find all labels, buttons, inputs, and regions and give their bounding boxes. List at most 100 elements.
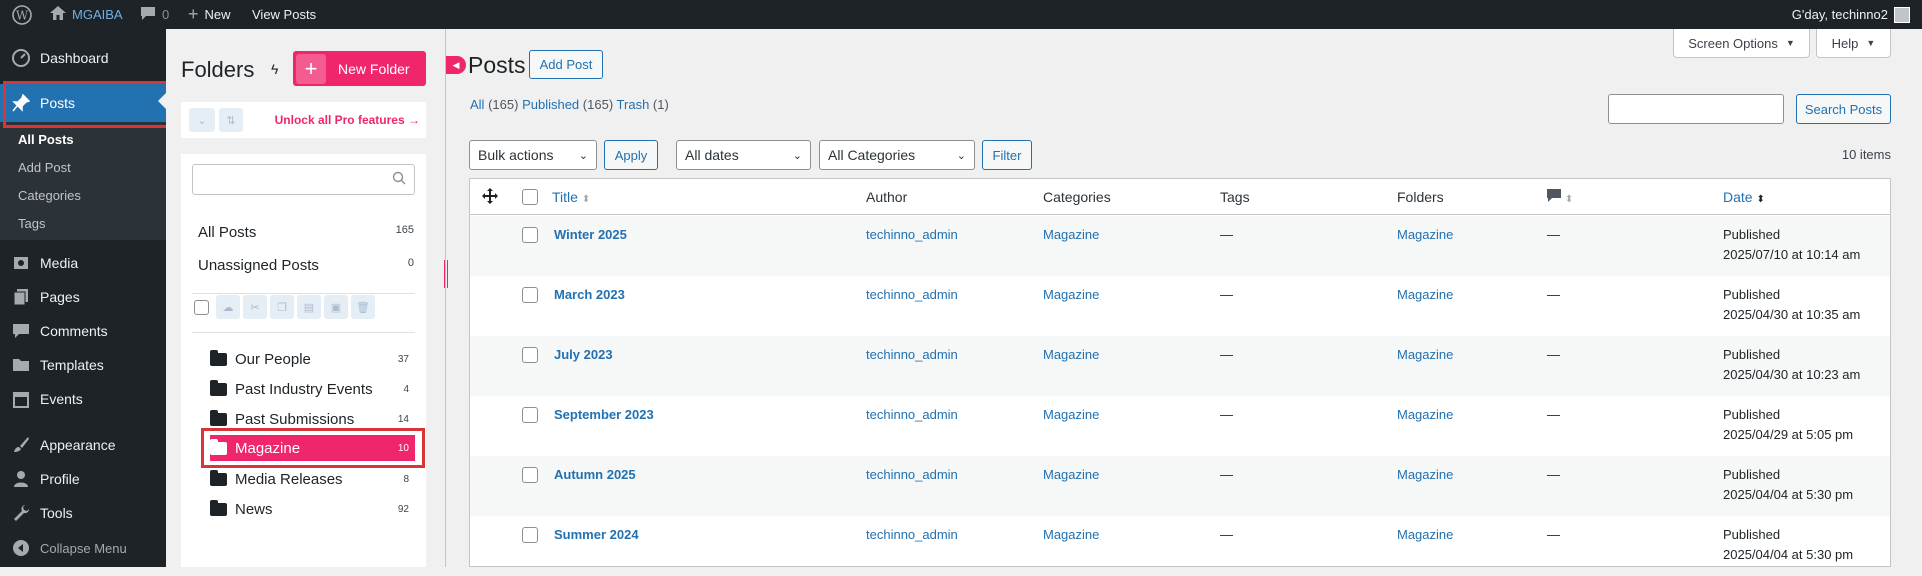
select-all-checkbox[interactable] xyxy=(522,189,538,205)
new-folder-button[interactable]: + New Folder xyxy=(293,51,426,86)
categories-filter-select[interactable]: All Categories ⌄ xyxy=(819,140,975,170)
trash-icon[interactable]: 🗑 xyxy=(351,295,375,319)
site-name: MGAIBA xyxy=(72,7,123,22)
cloud-icon[interactable]: ☁ xyxy=(216,295,240,319)
unlock-pro-link[interactable]: Unlock all Pro features → xyxy=(275,113,420,127)
category-link[interactable]: Magazine xyxy=(1043,287,1099,302)
add-post-button[interactable]: Add Post xyxy=(529,50,603,79)
author-link[interactable]: techinno_admin xyxy=(866,467,958,482)
row-checkbox[interactable] xyxy=(522,467,538,483)
menu-item-events[interactable]: Events xyxy=(0,382,166,416)
post-title-link[interactable]: Autumn 2025 xyxy=(554,467,636,482)
column-comments[interactable]: ⬍ xyxy=(1547,189,1573,205)
select-all-folders-checkbox[interactable] xyxy=(194,300,209,315)
view-published-link[interactable]: Published (165) xyxy=(522,97,613,112)
bulk-actions-select[interactable]: Bulk actions ⌄ xyxy=(469,140,597,170)
wordpress-logo-icon[interactable]: W xyxy=(12,0,32,29)
apply-button[interactable]: Apply xyxy=(604,140,658,170)
copy-icon[interactable]: ❐ xyxy=(270,295,294,319)
row-checkbox[interactable] xyxy=(522,527,538,543)
folder-count: 92 xyxy=(397,503,409,515)
post-title-link[interactable]: March 2023 xyxy=(554,287,625,302)
menu-item-media[interactable]: Media xyxy=(0,246,166,280)
category-link[interactable]: Magazine xyxy=(1043,467,1099,482)
table-row: Winter 2025 techinno_admin Magazine — Ma… xyxy=(470,216,1890,276)
view-all-link[interactable]: All (165) xyxy=(470,97,518,112)
column-title[interactable]: Title ⬍ xyxy=(552,189,590,205)
view-trash-link[interactable]: Trash (1) xyxy=(617,97,669,112)
column-categories: Categories xyxy=(1043,189,1111,205)
folder-icon xyxy=(210,469,227,486)
menu-item-appearance[interactable]: Appearance xyxy=(0,428,166,462)
author-link[interactable]: techinno_admin xyxy=(866,287,958,302)
column-date[interactable]: Date ⬍ xyxy=(1723,189,1765,205)
view-published-label: Published xyxy=(522,97,580,112)
folder-link[interactable]: Magazine xyxy=(1397,287,1453,302)
row-checkbox[interactable] xyxy=(522,347,538,363)
filter-button[interactable]: Filter xyxy=(982,140,1032,170)
menu-item-templates[interactable]: Templates xyxy=(0,348,166,382)
comments-link[interactable]: 0 xyxy=(140,0,169,29)
menu-item-dashboard[interactable]: Dashboard xyxy=(0,41,166,75)
help-button[interactable]: Help ▼ xyxy=(1816,29,1891,58)
folder-our-people[interactable]: Our People 37 xyxy=(210,346,415,372)
author-link[interactable]: techinno_admin xyxy=(866,527,958,542)
post-title-link[interactable]: Winter 2025 xyxy=(554,227,627,242)
category-link[interactable]: Magazine xyxy=(1043,527,1099,542)
sort-icon[interactable]: ⇅ xyxy=(219,108,243,132)
resize-handle[interactable] xyxy=(444,260,448,288)
author-link[interactable]: techinno_admin xyxy=(866,347,958,362)
post-title-link[interactable]: July 2023 xyxy=(554,347,613,362)
menu-item-pages[interactable]: Pages xyxy=(0,280,166,314)
menu-item-tools[interactable]: Tools xyxy=(0,496,166,530)
site-name-link[interactable]: MGAIBA xyxy=(50,0,123,29)
submenu-all-posts[interactable]: All Posts xyxy=(18,132,74,147)
column-title-label: Title xyxy=(552,189,578,205)
unassigned-posts-item[interactable]: Unassigned Posts 0 xyxy=(198,257,414,274)
folder-link[interactable]: Magazine xyxy=(1397,467,1453,482)
new-content-link[interactable]: + New xyxy=(188,0,231,29)
all-posts-item[interactable]: All Posts 165 xyxy=(198,224,414,241)
folder-link[interactable]: Magazine xyxy=(1397,347,1453,362)
post-title-link[interactable]: September 2023 xyxy=(554,407,654,422)
menu-item-profile[interactable]: Profile xyxy=(0,462,166,496)
submenu-add-post[interactable]: Add Post xyxy=(18,160,71,175)
folder-past-industry-events[interactable]: Past Industry Events 4 xyxy=(210,376,415,402)
dates-filter-select[interactable]: All dates ⌄ xyxy=(676,140,811,170)
comment-bubble-icon xyxy=(140,6,156,24)
post-title-link[interactable]: Summer 2024 xyxy=(554,527,639,542)
category-link[interactable]: Magazine xyxy=(1043,347,1099,362)
folder-name: Media Releases xyxy=(235,470,343,488)
folder-link[interactable]: Magazine xyxy=(1397,227,1453,242)
folder-news[interactable]: News 92 xyxy=(210,496,415,522)
author-link[interactable]: techinno_admin xyxy=(866,407,958,422)
lock-icon[interactable]: ▣ xyxy=(324,295,348,319)
author-link[interactable]: techinno_admin xyxy=(866,227,958,242)
scissors-icon[interactable]: ✂ xyxy=(243,295,267,319)
post-search-input[interactable] xyxy=(1608,94,1784,124)
folder-link[interactable]: Magazine xyxy=(1397,407,1453,422)
category-link[interactable]: Magazine xyxy=(1043,227,1099,242)
screen-options-button[interactable]: Screen Options ▼ xyxy=(1673,29,1810,58)
row-checkbox[interactable] xyxy=(522,227,538,243)
folder-media-releases[interactable]: Media Releases 8 xyxy=(210,466,415,492)
folder-link[interactable]: Magazine xyxy=(1397,527,1453,542)
row-checkbox[interactable] xyxy=(522,287,538,303)
category-link[interactable]: Magazine xyxy=(1043,407,1099,422)
search-posts-button[interactable]: Search Posts xyxy=(1796,94,1891,124)
my-account-link[interactable]: G'day, techinno2 xyxy=(1792,0,1910,29)
collapse-panel-icon[interactable]: ◀ xyxy=(446,56,466,74)
submenu-categories[interactable]: Categories xyxy=(18,188,81,203)
chevron-down-icon[interactable]: ⌄ xyxy=(189,108,215,132)
paste-icon[interactable]: ▤ xyxy=(297,295,321,319)
folder-search-input[interactable] xyxy=(192,164,415,195)
post-date: 2025/07/10 at 10:14 am xyxy=(1723,247,1861,262)
lightning-icon[interactable]: ϟ xyxy=(271,61,278,77)
view-posts-link[interactable]: View Posts xyxy=(252,0,316,29)
menu-item-collapse[interactable]: Collapse Menu xyxy=(0,531,166,565)
submenu-tags[interactable]: Tags xyxy=(18,216,45,231)
menu-item-comments[interactable]: Comments xyxy=(0,314,166,348)
tags-cell: — xyxy=(1220,287,1233,302)
move-icon[interactable] xyxy=(481,187,499,210)
row-checkbox[interactable] xyxy=(522,407,538,423)
